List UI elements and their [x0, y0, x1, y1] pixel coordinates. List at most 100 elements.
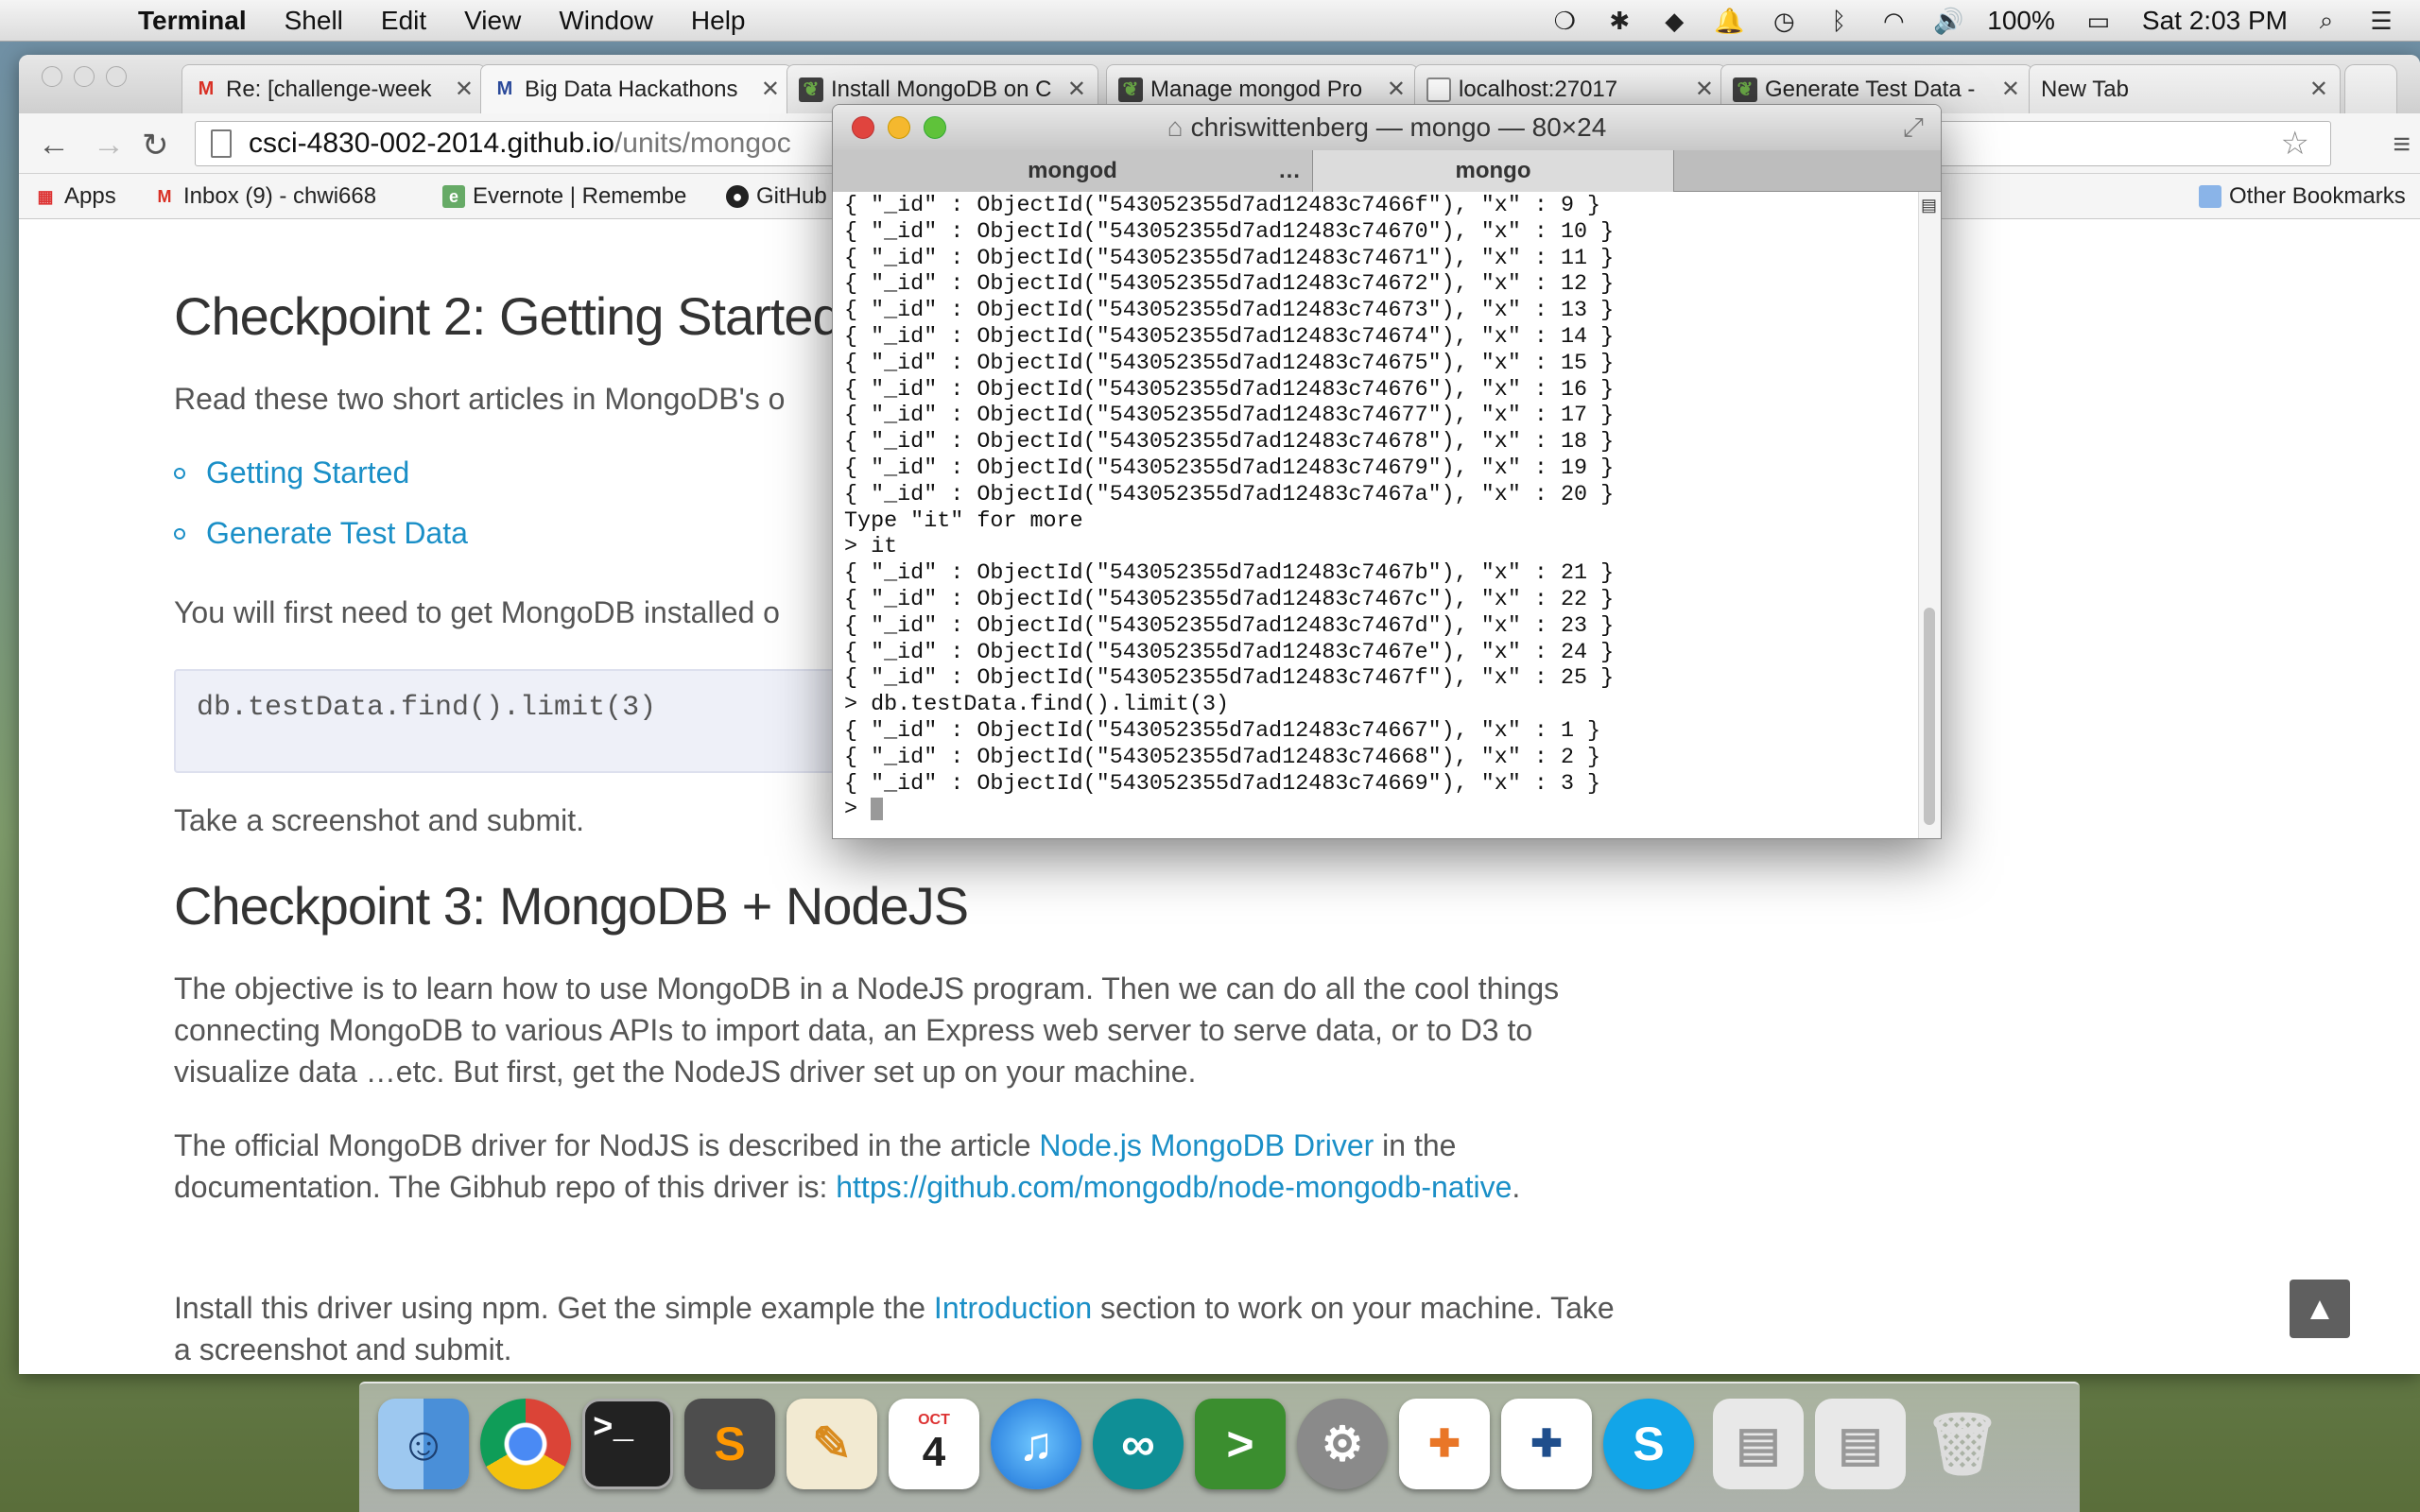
evernote-icon: e: [442, 185, 465, 208]
scrollbar-menu-icon[interactable]: ▤: [1921, 196, 1937, 215]
tab-label: Install MongoDB on C: [831, 76, 1052, 102]
generate-test-data-link[interactable]: Generate Test Data: [206, 516, 468, 551]
tableau-icon[interactable]: ✚: [1399, 1399, 1490, 1489]
close-tab-icon[interactable]: ✕: [2309, 76, 2328, 103]
forward-arrow-icon[interactable]: →: [93, 127, 125, 163]
introduction-link[interactable]: Introduction: [934, 1291, 1092, 1325]
terminal-icon[interactable]: >_: [582, 1399, 673, 1489]
zoom-window-button[interactable]: [106, 66, 127, 87]
tab-big-data-hackathons[interactable]: M Big Data Hackathons ✕: [480, 64, 792, 113]
bookmark-evernote[interactable]: e Evernote | Remembe: [442, 183, 690, 210]
close-window-button[interactable]: [42, 66, 62, 87]
terminal-line: { "_id" : ObjectId("543052355d7ad12483c7…: [844, 377, 1615, 403]
bookmark-label: Evernote | Remembe: [473, 183, 687, 209]
terminal-tab-mongo[interactable]: mongo: [1313, 150, 1674, 192]
terminal-line: { "_id" : ObjectId("543052355d7ad12483c7…: [844, 587, 1615, 612]
objective-paragraph: The objective is to learn how to use Mon…: [174, 971, 1560, 1089]
close-tab-icon[interactable]: ✕: [1387, 76, 1406, 103]
tab-new-tab[interactable]: New Tab ✕: [2029, 64, 2341, 113]
bookmark-apps[interactable]: ▦ Apps: [34, 183, 116, 210]
snowflake-status-icon[interactable]: ✱: [1603, 5, 1635, 37]
tab-gmail[interactable]: M Re: [challenge-week ✕: [182, 64, 486, 113]
menu-app-name[interactable]: Terminal: [138, 6, 247, 36]
terminal-titlebar[interactable]: ⌂ chriswittenberg — mongo — 80×24 ⤢: [833, 105, 1941, 150]
bookmark-github[interactable]: ● GitHub: [726, 183, 827, 210]
time-machine-icon[interactable]: ◷: [1768, 5, 1800, 37]
zoom-button[interactable]: [924, 116, 946, 139]
minimize-button[interactable]: [888, 116, 910, 139]
menu-edit[interactable]: Edit: [381, 6, 426, 36]
terminal-line: { "_id" : ObjectId("543052355d7ad12483c7…: [844, 299, 1615, 324]
tab-ellipsis: …: [1278, 158, 1301, 183]
close-tab-icon[interactable]: ✕: [1067, 76, 1086, 103]
terminal-output[interactable]: { "_id" : ObjectId("543052355d7ad12483c7…: [833, 192, 1920, 838]
menu-window[interactable]: Window: [559, 6, 653, 36]
tableau-public-icon[interactable]: ✚: [1501, 1399, 1592, 1489]
terminal-prompt[interactable]: >: [844, 798, 1920, 824]
battery-icon[interactable]: ▭: [2078, 5, 2119, 37]
medium-icon: M: [496, 78, 513, 99]
trash-icon[interactable]: 🗑: [1917, 1399, 2008, 1489]
evernote-status-icon[interactable]: ❍: [1548, 5, 1581, 37]
fullscreen-icon[interactable]: ⤢: [1903, 105, 1924, 150]
terminal-tab-mongod[interactable]: mongod …: [833, 150, 1313, 192]
terminal-line: { "_id" : ObjectId("543052355d7ad12483c7…: [844, 219, 1615, 245]
dropbox-status-icon[interactable]: ◆: [1658, 5, 1690, 37]
close-tab-icon[interactable]: ✕: [455, 76, 474, 103]
documents-stack-icon[interactable]: ▤: [1815, 1399, 1906, 1489]
wifi-icon[interactable]: ◠: [1877, 5, 1910, 37]
arduino-icon[interactable]: ∞: [1093, 1399, 1184, 1489]
tab-label: Manage mongod Pro: [1150, 76, 1363, 102]
reload-icon[interactable]: ↻: [142, 127, 169, 164]
terminal-scrollbar[interactable]: ▤: [1918, 192, 1941, 838]
cmd-prompt-icon[interactable]: >: [1195, 1399, 1286, 1489]
menu-help[interactable]: Help: [691, 6, 746, 36]
github-repo-link[interactable]: https://github.com/mongodb/node-mongodb-…: [836, 1170, 1512, 1204]
system-preferences-icon[interactable]: ⚙: [1297, 1399, 1388, 1489]
bookmark-label: Apps: [64, 183, 116, 209]
tab-label: Generate Test Data -: [1765, 76, 1976, 102]
driver-text: .: [1512, 1170, 1521, 1204]
page-icon: [211, 129, 232, 158]
bookmark-other[interactable]: ■ Other Bookmarks: [2199, 183, 2406, 210]
volume-icon[interactable]: 🔊: [1932, 5, 1964, 37]
close-tab-icon[interactable]: ✕: [1695, 76, 1714, 103]
pages-icon[interactable]: ✎: [786, 1399, 877, 1489]
dock: ☺ >_ S ✎ OCT 4 ♫ ∞ > ⚙ ✚ ✚ S ▤ ▤ 🗑: [359, 1382, 2080, 1512]
back-arrow-icon[interactable]: ←: [38, 127, 70, 163]
itunes-icon[interactable]: ♫: [991, 1399, 1081, 1489]
sublime-text-icon[interactable]: S: [684, 1399, 775, 1489]
terminal-line: { "_id" : ObjectId("543052355d7ad12483c7…: [844, 430, 1615, 455]
bookmark-star-icon[interactable]: ☆: [2281, 122, 2309, 165]
clock[interactable]: Sat 2:03 PM: [2142, 6, 2288, 36]
battery-percent[interactable]: 100%: [1987, 6, 2055, 36]
bookmark-inbox[interactable]: M Inbox (9) - chwi668: [153, 183, 401, 210]
scroll-thumb[interactable]: [1924, 608, 1935, 825]
menu-shell[interactable]: Shell: [285, 6, 343, 36]
close-button[interactable]: [852, 116, 874, 139]
new-tab-button[interactable]: [2344, 64, 2397, 113]
close-tab-icon[interactable]: ✕: [761, 76, 780, 103]
skype-icon[interactable]: S: [1603, 1399, 1694, 1489]
chrome-menu-icon[interactable]: ≡: [2393, 127, 2411, 162]
scroll-to-top-button[interactable]: ▲: [2290, 1280, 2350, 1338]
chrome-icon[interactable]: [480, 1399, 571, 1489]
minimize-window-button[interactable]: [74, 66, 95, 87]
terminal-line: { "_id" : ObjectId("543052355d7ad12483c7…: [844, 272, 1615, 298]
menu-bar: Terminal Shell Edit View Window Help ❍ ✱…: [0, 0, 2420, 42]
terminal-line: { "_id" : ObjectId("543052355d7ad12483c7…: [844, 718, 1601, 744]
getting-started-link[interactable]: Getting Started: [206, 455, 409, 490]
terminal-line: > it: [844, 535, 898, 560]
finder-icon[interactable]: ☺: [378, 1399, 469, 1489]
close-tab-icon[interactable]: ✕: [2001, 76, 2020, 103]
notification-bell-icon[interactable]: 🔔: [1713, 5, 1745, 37]
nodejs-driver-link[interactable]: Node.js MongoDB Driver: [1039, 1128, 1374, 1162]
notification-center-icon[interactable]: ☰: [2365, 5, 2397, 37]
bluetooth-icon[interactable]: ᛒ: [1823, 5, 1855, 37]
terminal-line: { "_id" : ObjectId("543052355d7ad12483c7…: [844, 246, 1615, 271]
checkpoint3-heading: Checkpoint 3: MongoDB + NodeJS: [174, 876, 969, 936]
calendar-icon[interactable]: OCT 4: [889, 1399, 979, 1489]
menu-view[interactable]: View: [464, 6, 521, 36]
spotlight-search-icon[interactable]: ⌕: [2310, 5, 2342, 37]
downloads-stack-icon[interactable]: ▤: [1713, 1399, 1804, 1489]
